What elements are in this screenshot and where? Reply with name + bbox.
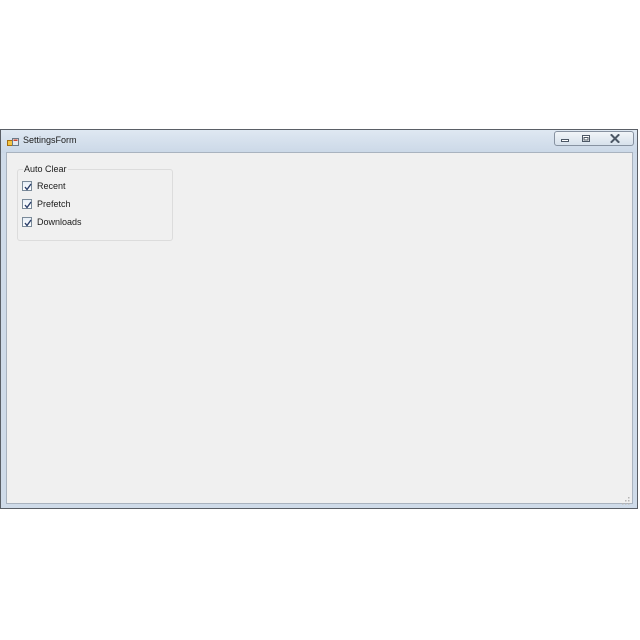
window-title: SettingsForm — [23, 135, 77, 145]
prefetch-checkbox-row[interactable]: Prefetch — [22, 198, 71, 210]
prefetch-label: Prefetch — [37, 199, 71, 209]
maximize-icon — [581, 135, 590, 142]
settings-window: SettingsForm Auto Clear Recent Prefetch … — [0, 129, 638, 509]
close-button[interactable] — [596, 131, 634, 146]
check-mark-icon — [24, 201, 32, 209]
recent-checkbox[interactable] — [22, 181, 32, 191]
recent-label: Recent — [37, 181, 66, 191]
downloads-label: Downloads — [37, 217, 82, 227]
check-mark-icon — [24, 183, 32, 191]
minimize-icon — [561, 138, 569, 142]
minimize-button[interactable] — [554, 131, 576, 146]
app-icon[interactable] — [7, 135, 19, 147]
auto-clear-groupbox: Auto Clear Recent Prefetch Downloads — [17, 164, 173, 241]
recent-checkbox-row[interactable]: Recent — [22, 180, 66, 192]
close-icon — [609, 134, 620, 143]
prefetch-checkbox[interactable] — [22, 199, 32, 209]
title-bar[interactable]: SettingsForm — [1, 130, 637, 153]
downloads-checkbox-row[interactable]: Downloads — [22, 216, 82, 228]
maximize-button[interactable] — [575, 131, 597, 146]
form-client-area: Auto Clear Recent Prefetch Downloads — [6, 152, 633, 505]
resize-grip-icon[interactable] — [621, 492, 630, 505]
auto-clear-legend: Auto Clear — [23, 164, 68, 175]
downloads-checkbox[interactable] — [22, 217, 32, 227]
check-mark-icon — [24, 219, 32, 227]
